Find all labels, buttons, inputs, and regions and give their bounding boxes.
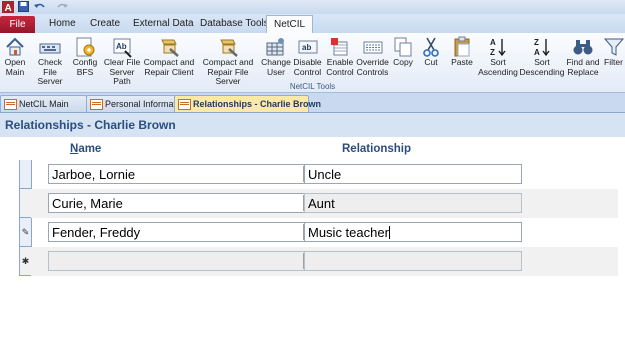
ribbon-netcil-tools: Open Main Check File Server Config BFS A… <box>0 33 625 93</box>
filter-icon <box>603 36 625 58</box>
table-row: ✎ Fender, Freddy Music teacher <box>20 218 625 247</box>
keyboard-icon <box>39 36 61 58</box>
binoculars-icon <box>572 36 594 58</box>
compact-repair-file-server-button[interactable]: Compact and Repair File Server <box>195 34 261 86</box>
new-record-star-icon[interactable]: ✱ <box>20 247 31 276</box>
override-controls-button[interactable]: Override Controls <box>355 34 390 82</box>
change-user-button[interactable]: Change User <box>261 34 291 82</box>
compact-repair-icon <box>158 36 180 58</box>
svg-text:A: A <box>5 3 12 13</box>
tab-create[interactable]: Create <box>83 15 127 32</box>
sort-ascending-icon: AZ <box>487 36 509 58</box>
override-controls-icon <box>362 36 384 58</box>
compact-repair-client-button[interactable]: Compact and Repair Client <box>143 34 195 82</box>
doc-tab-personal-information[interactable]: Personal Information <box>86 95 188 112</box>
form-icon <box>90 99 103 110</box>
sort-ascending-button[interactable]: AZ Sort Ascending <box>478 34 518 82</box>
name-value: Fender, Freddy <box>52 225 141 240</box>
name-combo[interactable]: Fender, Freddy <box>48 222 316 242</box>
table-row: Curie, Marie Aunt <box>20 189 625 218</box>
form-title: Relationships - Charlie Brown <box>5 118 176 132</box>
user-grid-icon <box>265 36 287 58</box>
disable-control-button[interactable]: ab Disable Control <box>291 34 324 82</box>
svg-text:ab: ab <box>302 43 311 52</box>
ab-textbox-icon: ab <box>297 36 319 58</box>
svg-text:A: A <box>534 48 540 57</box>
column-header-name: Name <box>70 143 102 155</box>
record-selector[interactable] <box>20 189 31 218</box>
form-right-edge <box>618 160 625 276</box>
scissors-icon <box>420 36 442 58</box>
svg-text:Z: Z <box>534 38 539 47</box>
svg-text:Ab: Ab <box>116 42 127 51</box>
tab-external-data[interactable]: External Data <box>126 15 201 32</box>
relationship-value: Aunt <box>308 196 335 211</box>
doc-tab-relationships[interactable]: Relationships - Charlie Brown <box>174 95 321 112</box>
name-combo[interactable]: Curie, Marie <box>48 193 316 213</box>
text-cursor <box>388 226 390 239</box>
form-icon <box>178 99 191 110</box>
find-replace-button[interactable]: Find and Replace <box>565 34 601 82</box>
undo-icon[interactable] <box>33 1 47 13</box>
copy-icon <box>392 36 414 58</box>
relationship-field[interactable]: Aunt <box>304 193 522 213</box>
name-value: Curie, Marie <box>52 196 123 211</box>
ribbon-tab-row: File Home Create External Data Database … <box>0 14 625 33</box>
filter-button[interactable]: Filter <box>602 34 625 82</box>
svg-text:Z: Z <box>490 48 495 57</box>
save-icon[interactable] <box>18 1 29 13</box>
tab-home[interactable]: Home <box>42 15 83 32</box>
compact-repair-server-icon <box>217 36 239 58</box>
sort-descending-icon: ZA <box>531 36 553 58</box>
clipboard-icon <box>451 36 473 58</box>
paste-button[interactable]: Paste <box>447 34 477 82</box>
check-file-server-button[interactable]: Check File Server <box>30 34 70 86</box>
form-body: Name Relationship Jarboe, Lornie Uncle C… <box>0 137 625 340</box>
title-bar: A <box>0 0 625 14</box>
house-icon <box>4 36 26 58</box>
name-combo[interactable] <box>48 251 316 271</box>
tab-file[interactable]: File <box>0 16 35 33</box>
config-bfs-button[interactable]: Config BFS <box>70 34 100 82</box>
relationship-field[interactable]: Music teacher <box>304 222 522 242</box>
copy-button[interactable]: Copy <box>390 34 416 82</box>
clear-file-server-path-button[interactable]: Ab Clear File Server Path <box>100 34 144 86</box>
document-tab-bar: NetCIL Main Personal Information Relatio… <box>0 93 625 113</box>
relationship-field[interactable]: Uncle <box>304 164 522 184</box>
table-row: Jarboe, Lornie Uncle <box>20 160 625 189</box>
name-value: Jarboe, Lornie <box>52 167 136 182</box>
ribbon-group-label: NetCIL Tools <box>289 82 336 91</box>
name-combo[interactable]: Jarboe, Lornie <box>48 164 316 184</box>
open-main-button[interactable]: Open Main <box>0 34 30 82</box>
enable-control-button[interactable]: Enable Control <box>324 34 356 82</box>
tab-database-tools[interactable]: Database Tools <box>193 15 276 32</box>
relationship-value: Uncle <box>308 167 342 182</box>
edit-record-pencil-icon[interactable]: ✎ <box>20 218 31 247</box>
table-row-new: ✱ <box>20 247 625 276</box>
form-icon <box>4 99 17 110</box>
relationship-field[interactable] <box>304 251 522 271</box>
redo-icon[interactable] <box>55 1 69 13</box>
form-header: Relationships - Charlie Brown <box>0 113 625 137</box>
cut-button[interactable]: Cut <box>418 34 444 82</box>
record-selector[interactable] <box>20 160 31 189</box>
config-icon <box>74 36 96 58</box>
column-header-relationship: Relationship <box>342 143 412 155</box>
doc-tab-netcil-main[interactable]: NetCIL Main <box>0 95 87 112</box>
sort-descending-button[interactable]: ZA Sort Descending <box>519 34 565 82</box>
ab-clear-icon: Ab <box>111 36 133 58</box>
enable-control-icon <box>329 36 351 58</box>
svg-text:A: A <box>490 38 496 47</box>
relationship-value: Music teacher <box>308 225 390 240</box>
access-icon: A <box>2 1 14 14</box>
tab-netcil[interactable]: NetCIL <box>266 15 314 33</box>
